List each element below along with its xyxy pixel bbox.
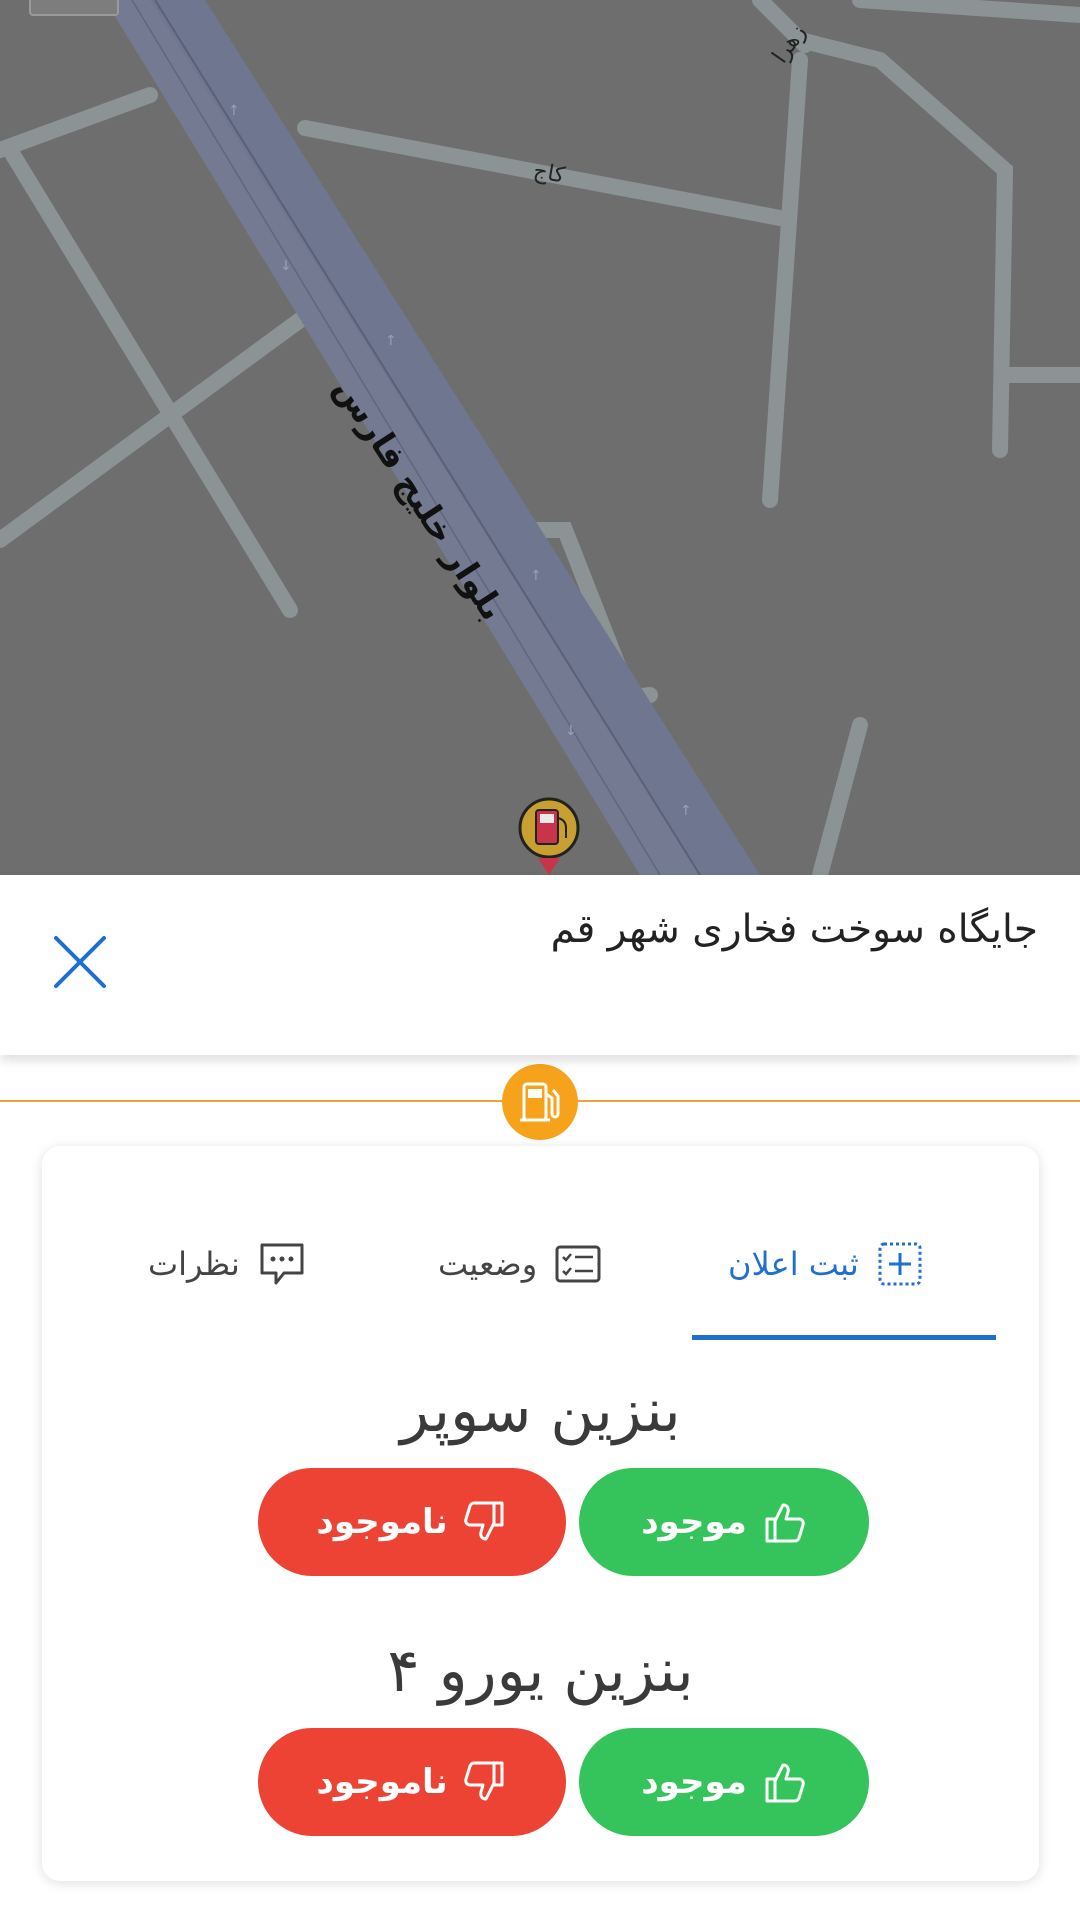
svg-text:↑: ↑ xyxy=(228,103,240,119)
unavailable-button[interactable]: ناموجود xyxy=(258,1468,566,1576)
available-label: موجود xyxy=(641,1502,747,1542)
tab-comments[interactable]: نظرات xyxy=(148,1234,306,1294)
available-label: موجود xyxy=(641,1762,747,1802)
tab-add-notification-label: ثبت اعلان xyxy=(728,1245,859,1283)
fuel-name: بنزین یورو ۴ xyxy=(387,1636,694,1706)
fuel-pump-icon xyxy=(520,1082,560,1122)
svg-text:↑: ↑ xyxy=(530,568,542,584)
place-header: جایگاه سوخت فخاری شهر قم xyxy=(0,875,1080,1055)
available-button[interactable]: موجود xyxy=(579,1468,869,1576)
svg-text:↓: ↓ xyxy=(565,723,577,739)
fuel-category-badge xyxy=(502,1064,578,1140)
tab-status[interactable]: وضعیت xyxy=(438,1234,601,1294)
thumbs-down-icon xyxy=(463,1501,504,1541)
close-button[interactable] xyxy=(48,930,112,994)
tab-comments-label: نظرات xyxy=(148,1245,240,1283)
tab-status-label: وضعیت xyxy=(438,1245,538,1283)
svg-text:↓: ↓ xyxy=(280,258,292,274)
svg-text:↑: ↑ xyxy=(385,333,397,349)
add-notification-icon xyxy=(878,1242,922,1286)
tab-bar: ثبت اعلان وضعیت نظرات xyxy=(42,1146,1039,1341)
place-title: جایگاه سوخت فخاری شهر قم xyxy=(550,907,1038,952)
unavailable-label: ناموجود xyxy=(316,1502,448,1542)
unavailable-label: ناموجود xyxy=(316,1762,448,1802)
status-checklist-icon xyxy=(555,1245,601,1283)
comments-icon xyxy=(260,1243,304,1285)
close-icon xyxy=(54,936,106,988)
tab-add-notification[interactable]: ثبت اعلان xyxy=(728,1234,923,1294)
fuel-name: بنزین سوپر xyxy=(400,1376,681,1446)
thumbs-up-icon xyxy=(765,1763,805,1803)
svg-text:↑: ↑ xyxy=(680,803,692,819)
thumbs-down-icon xyxy=(463,1761,504,1801)
active-tab-indicator xyxy=(692,1335,996,1340)
unavailable-button[interactable]: ناموجود xyxy=(258,1728,566,1836)
available-button[interactable]: موجود xyxy=(579,1728,869,1836)
fuel-status-card: ثبت اعلان وضعیت نظرات بنزین سوپر موجود ن… xyxy=(42,1146,1039,1881)
map-view[interactable]: ↑ ↑ ↑ ↓ ↓ ↑ بلوار خلیج فارس کاج زهرا xyxy=(0,0,1080,875)
thumbs-up-icon xyxy=(765,1503,805,1543)
